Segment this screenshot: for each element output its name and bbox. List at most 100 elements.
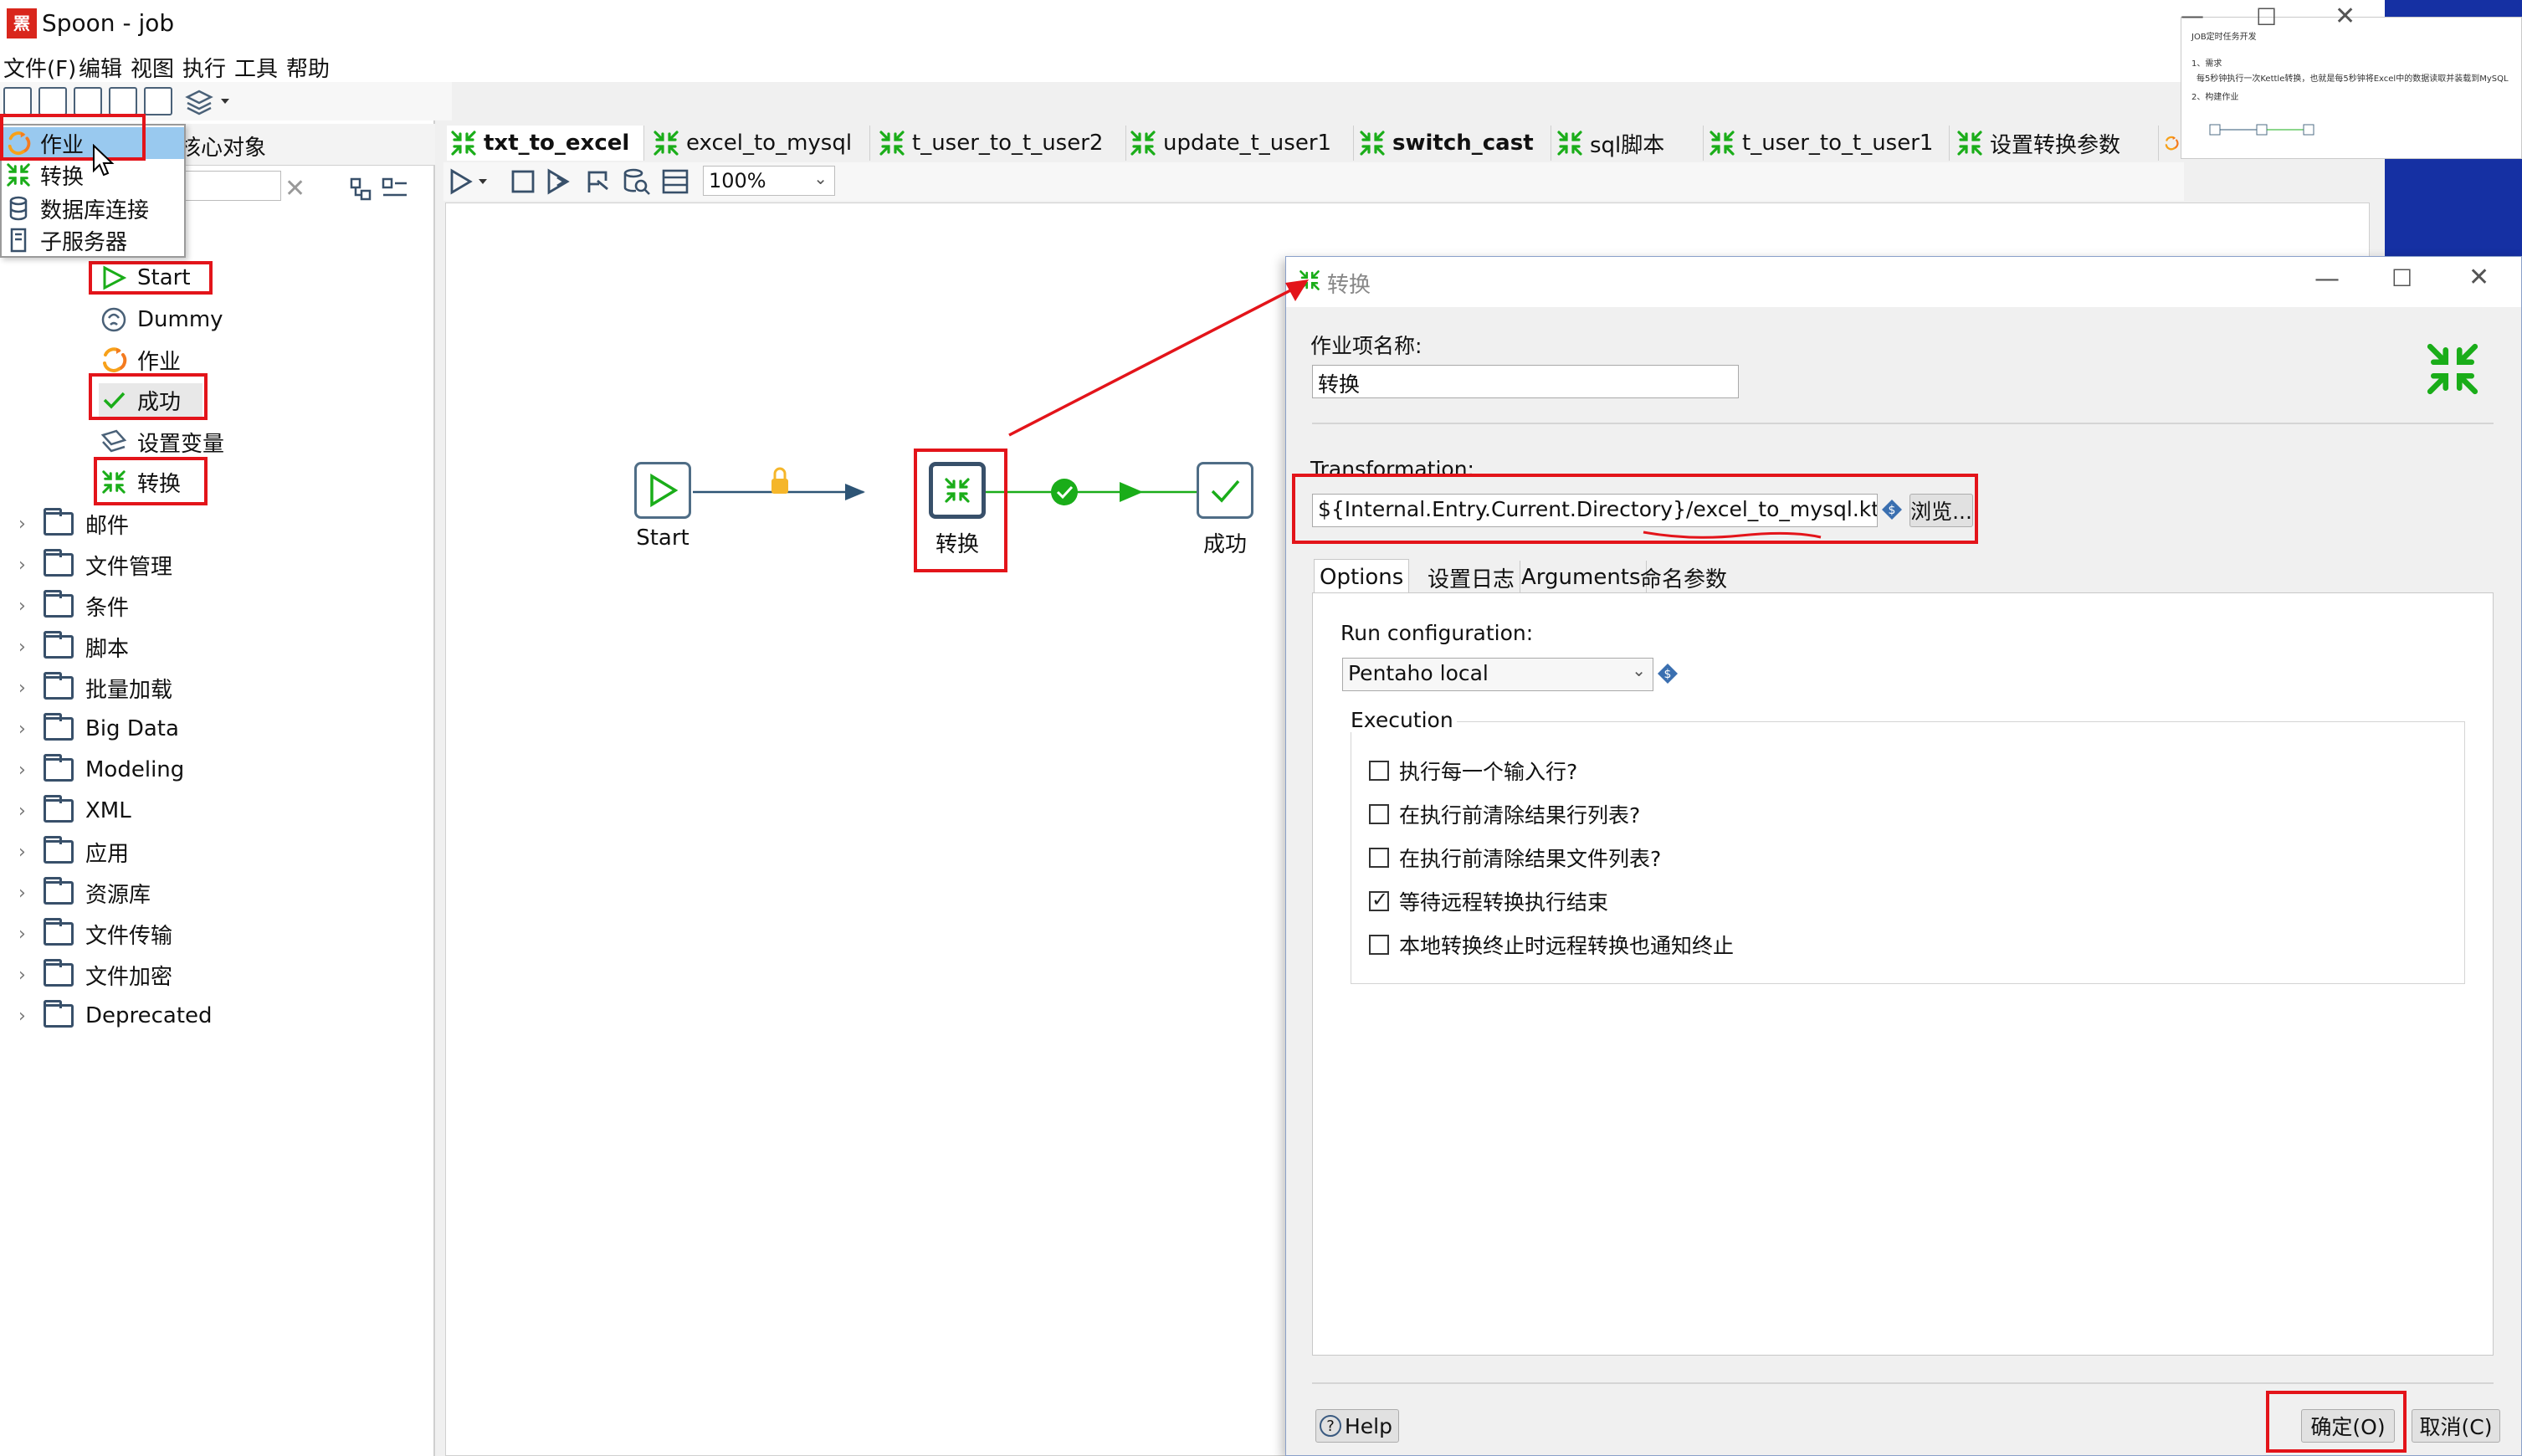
node-start[interactable] [634, 462, 691, 519]
folder-mail[interactable]: › 邮件 [18, 505, 129, 542]
menu-run[interactable]: 执行 [182, 52, 226, 83]
menu-view[interactable]: 视图 [131, 52, 174, 83]
folder-file-encryption[interactable]: › 文件加密 [18, 956, 172, 993]
chevron-right-icon[interactable]: › [18, 678, 44, 699]
chevron-right-icon[interactable]: › [18, 883, 44, 904]
folder-scripting[interactable]: › 脚本 [18, 628, 129, 665]
chevron-right-icon[interactable]: › [18, 514, 44, 535]
checkbox-checked[interactable] [1369, 888, 1389, 911]
annotation-box-success [89, 373, 208, 420]
cancel-button[interactable]: 取消(C) [2412, 1409, 2500, 1443]
checkbox-row-follow-local-abort[interactable]: 本地转换终止时远程转换也通知终止 [1369, 931, 1734, 959]
folder-icon [44, 590, 74, 618]
dialog-maximize-icon[interactable]: ☐ [2391, 264, 2412, 292]
tab-excel-to-mysql[interactable]: excel_to_mysql [649, 126, 870, 161]
menu-item-new-db-connection[interactable]: 数据库连接 [2, 192, 184, 224]
notice-popup: JOB定时任务开发 1、需求 每5秒钟执行一次Kettle转换，也就是每5秒钟将… [2181, 17, 2522, 159]
menu-edit[interactable]: 编辑 [79, 52, 122, 83]
zoom-select[interactable]: 100% ⌄ [703, 166, 835, 196]
run-config-select[interactable]: Pentaho local ⌄ [1342, 658, 1653, 691]
run-icon[interactable] [449, 167, 499, 196]
tree-item-dummy[interactable]: Dummy [99, 303, 223, 336]
folder-modeling[interactable]: › Modeling [18, 751, 184, 788]
menu-item-new-slave-server[interactable]: 子服务器 [2, 224, 184, 256]
folder-icon [44, 713, 74, 741]
checkbox-row-clear-result-files[interactable]: 在执行前清除结果文件列表? [1369, 843, 1661, 872]
chevron-right-icon[interactable]: › [18, 842, 44, 863]
folder-big-data[interactable]: › Big Data [18, 710, 179, 747]
tree-item-set-variables[interactable]: 设置变量 [99, 425, 224, 459]
step-search-input[interactable] [176, 171, 281, 201]
folder-repository[interactable]: › 资源库 [18, 874, 151, 911]
checkbox-row-clear-result-rows[interactable]: 在执行前清除结果行列表? [1369, 800, 1640, 828]
clear-search-icon[interactable]: ✕ [284, 174, 305, 203]
tab-set-transformation-params[interactable]: 设置转换参数 [1953, 126, 2159, 161]
tab-t-user-to-t-user2[interactable]: t_user_to_t_user2 [875, 126, 1126, 161]
tab-t-user-to-t-user1[interactable]: t_user_to_t_user1 [1705, 126, 1950, 161]
tab-switch-cast[interactable]: switch_cast [1356, 126, 1551, 161]
sql-search-icon[interactable] [623, 167, 651, 196]
open-file-icon[interactable] [38, 87, 67, 115]
save-as-icon[interactable] [144, 87, 172, 115]
tree-item-job[interactable]: 作业 [99, 343, 181, 377]
chevron-right-icon[interactable]: › [18, 924, 44, 945]
folder-conditions[interactable]: › 条件 [18, 587, 129, 624]
dialog-close-icon[interactable]: ✕ [2468, 263, 2489, 292]
save-icon[interactable] [109, 87, 137, 115]
tab-log-settings[interactable]: 设置日志 [1422, 561, 1521, 594]
popup-mini-diagram [2209, 124, 2314, 136]
chevron-right-icon[interactable]: › [18, 1006, 44, 1027]
layers-icon[interactable] [184, 87, 234, 115]
checkbox[interactable] [1369, 804, 1389, 824]
impact-icon[interactable] [661, 167, 689, 196]
chevron-right-icon[interactable]: › [18, 719, 44, 740]
checkbox-row-wait-remote[interactable]: 等待远程转换执行结束 [1369, 887, 1608, 915]
main-close-icon[interactable]: ✕ [2335, 2, 2355, 31]
tab-label: sql脚本 [1590, 132, 1665, 158]
new-file-icon[interactable] [3, 87, 32, 115]
folder-file-management[interactable]: › 文件管理 [18, 546, 172, 583]
folder-label: 批量加载 [85, 677, 173, 703]
tab-arguments[interactable]: Arguments [1516, 561, 1647, 594]
tree-expand-collapse-icon[interactable] [350, 177, 408, 201]
chevron-right-icon[interactable]: › [18, 760, 44, 781]
menu-tools[interactable]: 工具 [234, 52, 278, 83]
main-maximize-icon[interactable]: ☐ [2256, 3, 2277, 31]
folder-label: Big Data [85, 716, 179, 741]
explore-repository-icon[interactable] [74, 87, 102, 115]
tab-core-objects[interactable]: 核心对象 [179, 131, 266, 161]
node-label-success: 成功 [1202, 532, 1247, 557]
help-button[interactable]: ? Help [1315, 1409, 1399, 1443]
chevron-right-icon[interactable]: › [18, 965, 44, 986]
stop-icon[interactable] [510, 169, 536, 194]
tab-named-parameters[interactable]: 命名参数 [1635, 561, 1732, 594]
menu-file[interactable]: 文件(F) [3, 52, 76, 83]
job-entry-name-input[interactable]: 转换 [1312, 365, 1739, 398]
node-success[interactable] [1197, 462, 1253, 519]
spoon-logo-icon: 罴 [7, 8, 37, 38]
tab-options[interactable]: Options [1314, 559, 1410, 594]
checkbox-row-each-input-row[interactable]: 执行每一个输入行? [1369, 756, 1577, 785]
folder-xml[interactable]: › XML [18, 792, 131, 829]
tab-txt-to-excel[interactable]: txt_to_excel [447, 126, 644, 161]
chevron-right-icon[interactable]: › [18, 555, 44, 576]
dialog-minimize-icon[interactable]: — [2314, 264, 2340, 294]
tab-sql-script[interactable]: sql脚本 [1553, 126, 1704, 161]
chevron-right-icon[interactable]: › [18, 801, 44, 822]
chevron-right-icon[interactable]: › [18, 637, 44, 658]
folder-file-transfer[interactable]: › 文件传输 [18, 915, 172, 952]
folder-icon [44, 795, 74, 823]
main-minimize-icon[interactable]: — [2181, 2, 2204, 29]
chevron-right-icon[interactable]: › [18, 596, 44, 617]
replay-icon[interactable] [584, 167, 613, 196]
checkbox[interactable] [1369, 935, 1389, 955]
folder-bulk-loading[interactable]: › 批量加载 [18, 669, 172, 706]
checkbox[interactable] [1369, 848, 1389, 868]
tab-update-t-user1[interactable]: update_t_user1 [1126, 126, 1354, 161]
folder-deprecated[interactable]: › Deprecated [18, 997, 213, 1034]
checkbox[interactable] [1369, 761, 1389, 781]
run-verify-icon[interactable] [546, 167, 574, 196]
annotation-box-start [89, 261, 213, 295]
folder-utility[interactable]: › 应用 [18, 833, 129, 870]
menu-help[interactable]: 帮助 [286, 52, 330, 83]
